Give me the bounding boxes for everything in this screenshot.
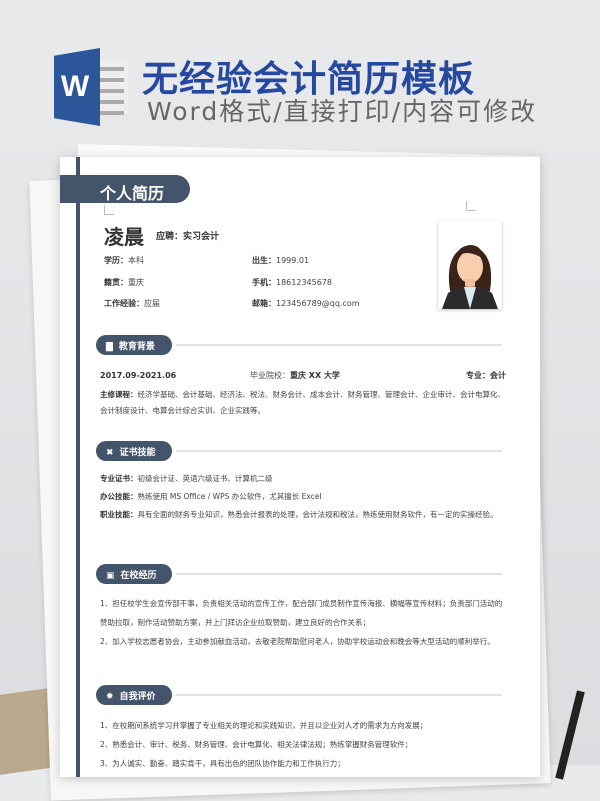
tools-icon: ✖ — [106, 448, 114, 458]
divider — [176, 344, 502, 346]
section-self-header: ✹ 自我评价 — [96, 685, 172, 705]
apply-position: 应聘：实习会计 — [156, 232, 220, 242]
section-campus-header: ▣ 在校经历 — [96, 564, 172, 584]
briefcase-icon: ▣ — [106, 571, 115, 581]
skills-list: 专业证书：初级会计证、英语六级证书、计算机二级 办公技能：熟练使用 MS Off… — [100, 474, 498, 519]
info-birth: 出生：1999.01 — [252, 256, 310, 265]
info-email: 邮箱：123456789@qq.com — [252, 299, 360, 308]
campus-list: 1、担任校学生会宣传部干事，负责相关活动的宣传工作，配合部门成员制作宣传海报、横… — [100, 599, 503, 646]
resume-page: 个人简历 凌晨 应聘：实习会计 学历：本科 出生：1999.01 籍贯：重庆 手… — [60, 157, 540, 777]
section-skills-header: ✖ 证书技能 — [96, 441, 172, 461]
divider — [176, 694, 502, 696]
corner-mark — [466, 201, 476, 211]
section-education-header: ▇ 教育背景 — [96, 335, 172, 355]
divider — [176, 573, 502, 575]
info-experience: 工作经验：应届 — [104, 299, 160, 308]
education-courses: 主修课程：经济学基础、会计基础、经济法、税法、财务会计、成本会计、财务管理、管理… — [100, 390, 505, 415]
banner: W 无经验会计简历模板 Word格式/直接打印/内容可修改 — [54, 48, 554, 128]
divider — [176, 450, 502, 452]
self-list: 1、在校期间系统学习并掌握了专业相关的理论和实践知识，并且以企业对人才的需求为方… — [100, 721, 428, 768]
lightbulb-icon: ✹ — [106, 692, 114, 702]
book-icon: ▇ — [106, 342, 113, 352]
word-logo-icon: W — [54, 48, 130, 126]
corner-mark — [104, 205, 114, 215]
info-education: 学历：本科 — [104, 256, 144, 265]
info-hometown: 籍贯：重庆 — [104, 278, 144, 287]
banner-subtitle: Word格式/直接打印/内容可修改 — [147, 97, 538, 126]
accent-line — [76, 157, 80, 777]
avatar — [438, 221, 502, 309]
education-row: 2017.09-2021.06 毕业院校：重庆 XX 大学 专业：会计 — [100, 371, 506, 380]
resume-header: 个人简历 — [60, 175, 190, 203]
candidate-name: 凌晨 — [104, 225, 144, 249]
pencil-decoration — [555, 690, 585, 780]
info-phone: 手机：18612345678 — [252, 278, 332, 287]
